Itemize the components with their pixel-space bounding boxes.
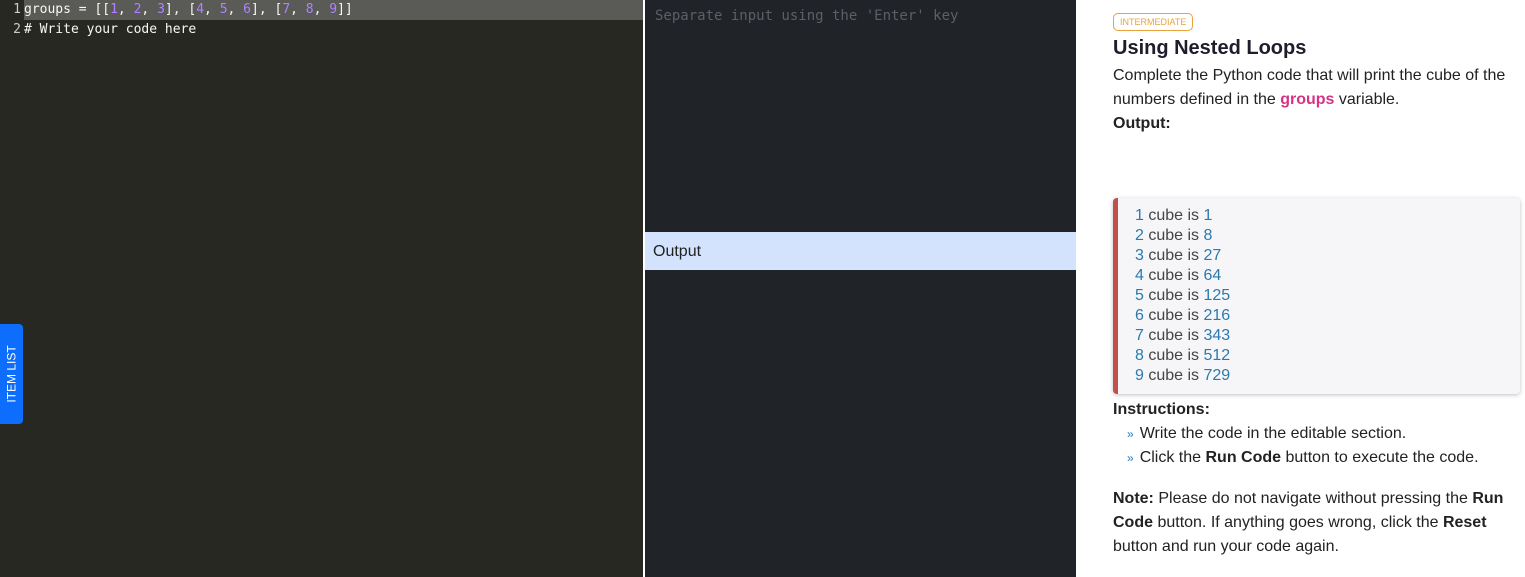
item-list-tab[interactable]: ITEM LIST [0,324,23,424]
problem-description: Complete the Python code that will print… [1113,67,1506,108]
output-line: 3 cube is 27 [1135,247,1222,264]
instruction-item: » Write the code in the editable section. [1127,425,1407,442]
instructions-list: » Write the code in the editable section.… [1127,422,1525,470]
output-line: 7 cube is 343 [1135,327,1231,344]
line-number: 2 [13,22,21,37]
expected-output: 1 cube is 1 2 cube is 8 3 cube is 27 4 cube… [1113,198,1520,394]
problem-panel: INTERMEDIATE Using Nested Loops Complete… [1080,0,1525,577]
code-text[interactable]: # Write your code here [24,20,196,40]
difficulty-badge: INTERMEDIATE [1113,13,1194,31]
instruction-item: » Click the Run Code button to execute th… [1127,449,1479,466]
problem-title: Using Nested Loops [1113,37,1307,59]
code-editor[interactable]: 1 groups = [[1, 2, 3], [4, 5, 6], [7, 8, … [0,0,643,577]
code-line[interactable]: 1 groups = [[1, 2, 3], [4, 5, 6], [7, 8, … [0,0,643,20]
code-text[interactable]: groups = [[1, 2, 3], [4, 5, 6], [7, 8, 9… [24,0,643,20]
output-label: Output: [1113,115,1171,132]
output-line: 4 cube is 64 [1135,267,1222,284]
output-header: Output [645,232,1076,270]
input-placeholder: Separate input using the 'Enter' key [655,8,959,24]
code-line[interactable]: 2 # Write your code here [0,20,643,40]
line-number: 1 [13,2,21,17]
stdin-input[interactable]: Separate input using the 'Enter' key [645,0,1076,232]
output-line: 9 cube is 729 [1135,367,1231,384]
instructions-label: Instructions: [1113,401,1210,418]
output-line: 8 cube is 512 [1135,347,1231,364]
double-chevron-icon: » [1127,427,1134,441]
io-pane: Separate input using the 'Enter' key Out… [645,0,1076,577]
note: Note: Please do not navigate without pre… [1113,490,1504,555]
output-line: 5 cube is 125 [1135,287,1231,304]
output-line: 6 cube is 216 [1135,307,1231,324]
item-list-label: ITEM LIST [4,345,19,403]
output-line: 2 cube is 8 [1135,227,1213,244]
output-line: 1 cube is 1 [1135,207,1213,224]
double-chevron-icon: » [1127,451,1134,465]
